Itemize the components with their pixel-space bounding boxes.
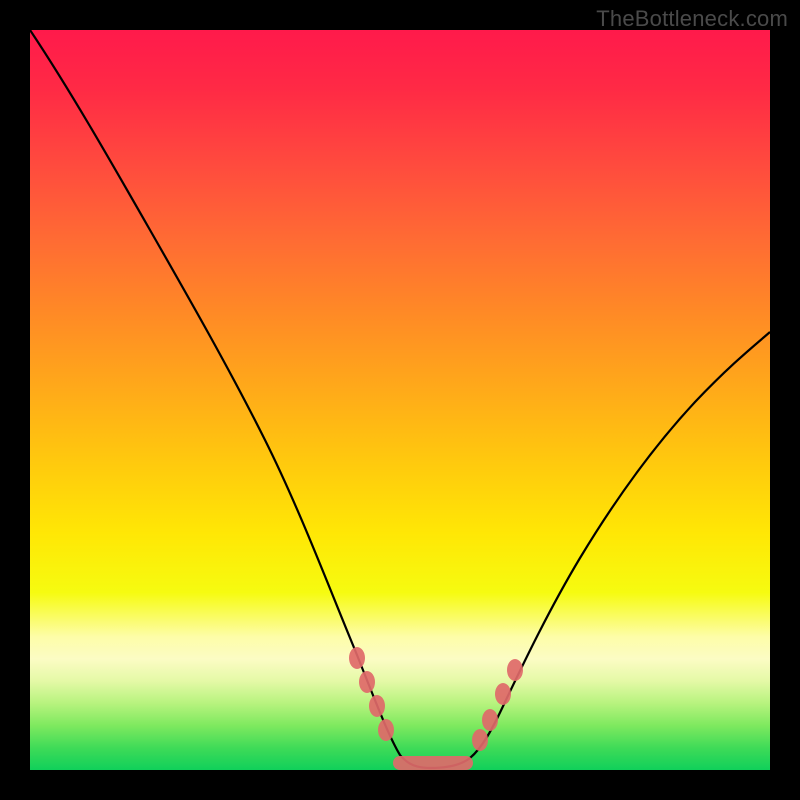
marker-group-right bbox=[472, 659, 523, 751]
curve-layer bbox=[30, 30, 770, 770]
marker-dot bbox=[507, 659, 523, 681]
bottleneck-curve bbox=[30, 30, 770, 768]
marker-dot bbox=[369, 695, 385, 717]
marker-dot bbox=[349, 647, 365, 669]
marker-dot bbox=[472, 729, 488, 751]
marker-dot bbox=[495, 683, 511, 705]
chart-frame: TheBottleneck.com bbox=[0, 0, 800, 800]
marker-dot bbox=[359, 671, 375, 693]
marker-group-trough bbox=[393, 756, 473, 770]
plot-area bbox=[30, 30, 770, 770]
marker-dot bbox=[378, 719, 394, 741]
marker-bar bbox=[393, 756, 473, 770]
watermark-text: TheBottleneck.com bbox=[596, 6, 788, 32]
marker-dot bbox=[482, 709, 498, 731]
